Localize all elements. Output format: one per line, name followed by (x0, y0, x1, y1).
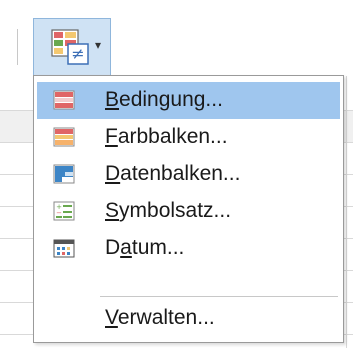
menu-item-bedingung[interactable]: Bedingung... (37, 82, 340, 119)
menu-item-label: Farbbalken... (105, 125, 228, 148)
menu-separator (100, 296, 338, 297)
data-bar-icon (53, 164, 75, 184)
menu-item-datum[interactable]: Datum... (37, 230, 340, 267)
svg-text:≠: ≠ (71, 44, 84, 63)
svg-text:−: − (56, 209, 62, 217)
dropdown-caret-icon[interactable]: ▾ (90, 38, 106, 52)
icon-set-icon: + − (53, 201, 75, 221)
menu-item-symbolsatz[interactable]: + − Symbolsatz... (37, 193, 340, 230)
conditional-format-icon: ≠ (51, 29, 89, 65)
color-scale-icon (53, 127, 75, 147)
toolbar-separator (17, 29, 18, 65)
date-icon (53, 239, 75, 258)
menu-item-label: Datenbalken... (105, 162, 241, 185)
menu-item-label: Datum... (105, 236, 185, 259)
menu-item-farbbalken[interactable]: Farbbalken... (37, 119, 340, 156)
menu-item-label: Bedingung... (105, 88, 223, 111)
menu-item-label: Symbolsatz... (105, 199, 232, 222)
menu-item-label: Verwalten... (105, 306, 215, 329)
menu-item-datenbalken[interactable]: Datenbalken... (37, 156, 340, 193)
grid-column-line (346, 76, 347, 348)
menu-item-verwalten[interactable]: Verwalten... (37, 300, 340, 337)
conditional-format-menu: Bedingung... Farbbalken... Datenbalken..… (33, 75, 344, 343)
conditional-condition-icon (53, 90, 75, 110)
